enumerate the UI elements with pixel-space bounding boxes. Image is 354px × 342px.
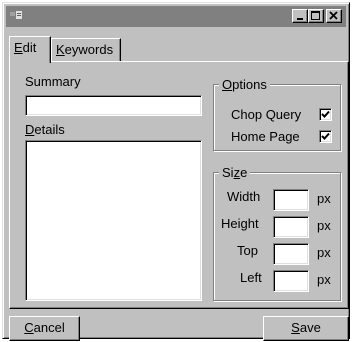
height-unit: px [317,218,331,233]
height-input[interactable] [273,216,309,238]
tab-edit-label: dit [22,40,37,55]
height-label: Height [221,216,259,231]
cancel-button[interactable]: Cancel [9,316,80,341]
close-icon [329,11,338,20]
summary-label: Summary [25,74,81,89]
size-group-title: Size [219,165,251,180]
chop-query-label: Chop Query [231,107,302,122]
top-label: Top [237,243,258,258]
tab-keywords[interactable]: Keywords [51,38,121,61]
width-input[interactable] [273,189,309,211]
title-bar[interactable] [6,6,346,27]
edit-panel: Summary Details Options Chop Query Home … [9,61,349,309]
minimize-button[interactable] [292,9,308,23]
maximize-button[interactable] [308,9,324,23]
minimize-icon [297,18,303,20]
save-button[interactable]: Save [263,316,349,341]
dialog-window: Edit Keywords Summary Details Options Ch… [2,2,350,341]
chop-query-checkbox[interactable] [319,108,332,121]
tab-edit-mnemonic: E [14,40,23,55]
tab-edit[interactable]: Edit [9,36,51,63]
width-label: Width [227,189,261,204]
tab-keywords-mnemonic: K [56,42,65,57]
options-group-title: Options [219,77,270,92]
app-icon [10,10,26,22]
close-button[interactable] [326,9,342,23]
top-unit: px [317,245,331,260]
top-input[interactable] [273,243,309,265]
width-unit: px [317,191,331,206]
maximize-icon [311,11,320,20]
left-label: Left [240,270,262,285]
home-page-checkbox[interactable] [319,130,332,143]
summary-input[interactable] [25,95,202,116]
checkmark-icon [321,132,330,140]
home-page-label: Home Page [231,129,300,144]
tab-keywords-label: eywords [64,42,114,57]
left-input[interactable] [273,270,309,292]
details-textarea[interactable] [25,140,202,301]
left-unit: px [317,272,331,287]
details-label: Details [25,122,65,137]
checkmark-icon [321,110,330,118]
